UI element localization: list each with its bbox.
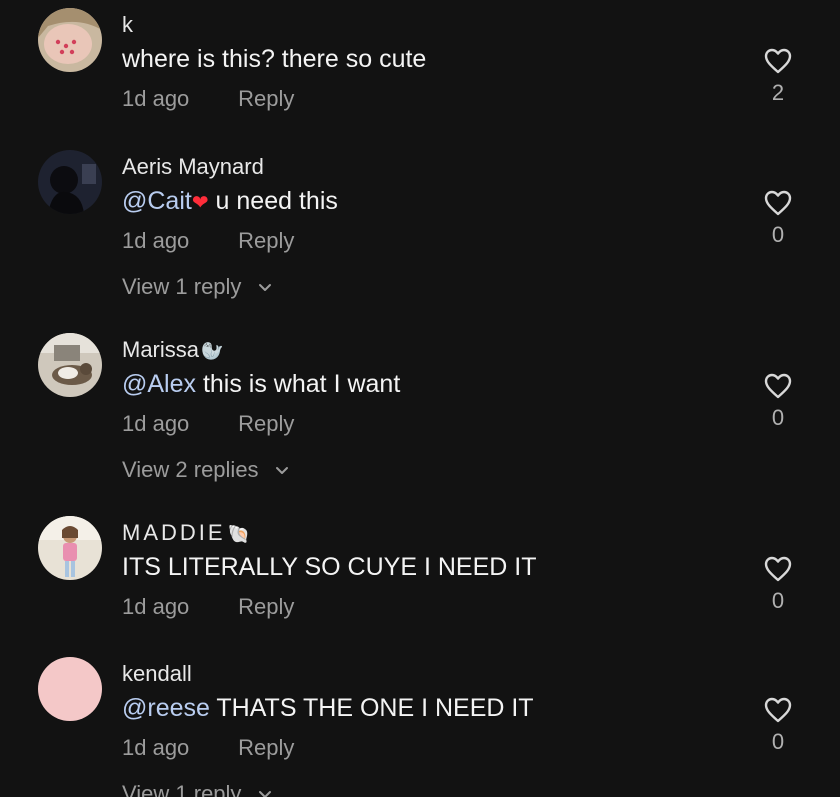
comment-text: @Cait❤ u need this	[122, 186, 338, 217]
comment-meta: 1d ago Reply	[122, 86, 294, 112]
red-heart-emoji: ❤	[191, 190, 209, 214]
comment-meta: 1d ago Reply	[122, 228, 294, 254]
shell-emoji: 🐚	[227, 524, 253, 545]
username-text: k	[122, 12, 133, 37]
comment-body: u need this	[208, 187, 338, 215]
comment-meta: 1d ago Reply	[122, 411, 294, 437]
mention-link[interactable]: @reese	[122, 694, 210, 722]
like-button[interactable]: 0	[758, 373, 798, 431]
like-button[interactable]: 0	[758, 697, 798, 755]
heart-icon	[764, 190, 792, 216]
chevron-down-icon	[258, 791, 271, 797]
mention-link[interactable]: @Alex	[122, 370, 196, 398]
heart-icon	[764, 373, 792, 399]
mention-link[interactable]: @Cait	[122, 187, 192, 215]
like-button[interactable]: 0	[758, 190, 798, 248]
comment-body: THATS THE ONE I NEED IT	[209, 694, 534, 722]
heart-icon	[764, 48, 792, 74]
avatar[interactable]	[38, 150, 102, 214]
username-text: MADDIE	[122, 520, 226, 545]
comment-list: k where is this? there so cute 1d ago Re…	[0, 0, 840, 797]
like-count: 2	[771, 80, 785, 105]
comment-body: ITS LITERALLY SO CUYE I NEED IT	[122, 553, 537, 581]
comment-timestamp: 1d ago	[122, 411, 190, 436]
comment-item: Marissa 🦭 @Alex this is what I want 1d ag…	[0, 333, 840, 493]
heart-icon	[764, 697, 792, 723]
like-count: 0	[771, 588, 785, 613]
comment-timestamp: 1d ago	[122, 86, 190, 111]
like-count: 0	[771, 405, 785, 430]
like-count: 0	[771, 222, 785, 247]
comment-item: Aeris Maynard @Cait❤ u need this 1d ago …	[0, 150, 840, 310]
username-text: kendall	[122, 661, 192, 686]
seal-emoji: 🦭	[201, 341, 224, 362]
comment-text: where is this? there so cute	[122, 44, 426, 74]
view-replies-label: View 1 reply	[122, 274, 242, 299]
like-count: 0	[771, 729, 785, 754]
comment-meta: 1d ago Reply	[122, 735, 294, 761]
avatar[interactable]	[38, 333, 102, 397]
username-text: Marissa	[122, 337, 200, 362]
username-text: Aeris Maynard	[122, 154, 264, 179]
comment-username[interactable]: MADDIE 🐚	[122, 520, 253, 548]
comment-username[interactable]: kendall	[122, 661, 192, 687]
chevron-down-icon	[275, 467, 288, 475]
comment-username[interactable]: Aeris Maynard	[122, 154, 264, 180]
comment-username[interactable]: k	[122, 12, 133, 38]
avatar[interactable]	[38, 8, 102, 72]
comment-item: MADDIE 🐚 ITS LITERALLY SO CUYE I NEED IT …	[0, 516, 840, 636]
reply-button[interactable]: Reply	[238, 228, 294, 253]
heart-icon	[764, 556, 792, 582]
avatar[interactable]	[38, 657, 102, 721]
comment-timestamp: 1d ago	[122, 594, 190, 619]
comment-meta: 1d ago Reply	[122, 594, 294, 620]
reply-button[interactable]: Reply	[238, 594, 294, 619]
view-replies-button[interactable]: View 2 replies	[122, 457, 289, 483]
view-replies-label: View 2 replies	[122, 457, 259, 482]
chevron-down-icon	[258, 284, 271, 292]
comment-text: @Alex this is what I want	[122, 369, 400, 399]
reply-button[interactable]: Reply	[238, 735, 294, 760]
view-replies-button[interactable]: View 1 reply	[122, 781, 272, 797]
comment-item: k where is this? there so cute 1d ago Re…	[0, 8, 840, 128]
comment-text: ITS LITERALLY SO CUYE I NEED IT	[122, 552, 536, 582]
comment-username[interactable]: Marissa 🦭	[122, 337, 223, 365]
comment-body: where is this? there so cute	[122, 45, 427, 73]
comment-timestamp: 1d ago	[122, 735, 190, 760]
reply-button[interactable]: Reply	[238, 86, 294, 111]
comment-timestamp: 1d ago	[122, 228, 190, 253]
comment-item: kendall @reese THATS THE ONE I NEED IT 1…	[0, 657, 840, 797]
like-button[interactable]: 2	[758, 48, 798, 106]
view-replies-button[interactable]: View 1 reply	[122, 274, 272, 300]
like-button[interactable]: 0	[758, 556, 798, 614]
reply-button[interactable]: Reply	[238, 411, 294, 436]
view-replies-label: View 1 reply	[122, 781, 242, 797]
avatar[interactable]	[38, 516, 102, 580]
comment-body: this is what I want	[196, 370, 401, 398]
comment-text: @reese THATS THE ONE I NEED IT	[122, 693, 534, 723]
